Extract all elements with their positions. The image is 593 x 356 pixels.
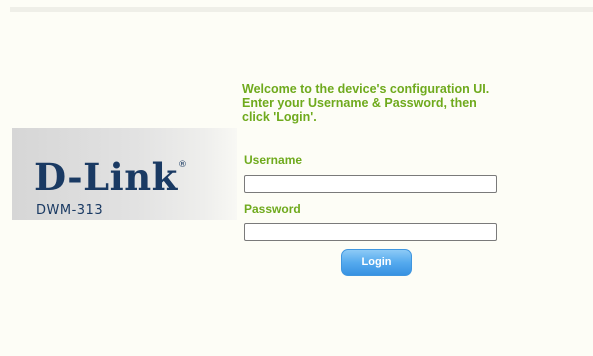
password-input[interactable] [244, 223, 497, 241]
dlink-logo: D-Link [34, 155, 178, 199]
login-button[interactable]: Login [341, 249, 412, 276]
device-model: DWM-313 [36, 203, 104, 218]
brand-panel: D-Link ® DWM-313 [12, 128, 237, 220]
welcome-line-1: Welcome to the device's configuration UI… [242, 82, 490, 96]
welcome-line-3: click 'Login'. [242, 110, 317, 124]
username-label: Username [244, 153, 303, 167]
password-label: Password [244, 202, 301, 216]
welcome-line-2: Enter your Username & Password, then [242, 96, 477, 110]
welcome-message: Welcome to the device's configuration UI… [242, 82, 562, 124]
username-input[interactable] [244, 175, 497, 193]
top-divider-bar [10, 7, 593, 12]
registered-trademark-icon: ® [178, 160, 187, 170]
